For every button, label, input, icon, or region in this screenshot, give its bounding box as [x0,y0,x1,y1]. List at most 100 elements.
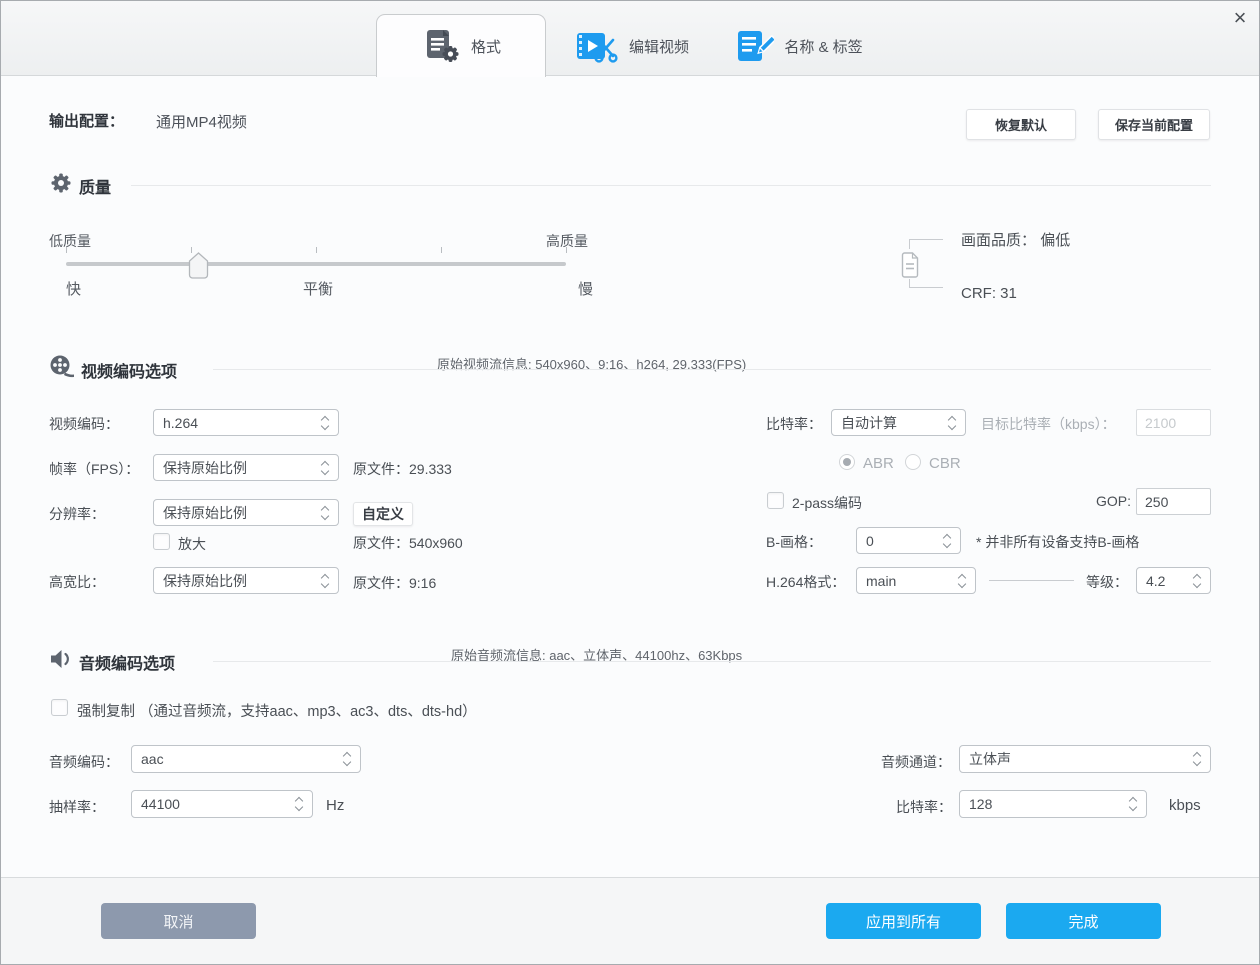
dropdown-arrows-icon [342,751,352,767]
picture-quality-value: 偏低 [1040,232,1071,249]
close-icon[interactable]: × [1223,3,1257,33]
force-copy-label: 强制复制 （通过音频流，支持aac、mp3、ac3、dts、dts-hd） [77,704,477,720]
dropdown-arrows-icon [294,796,304,812]
edit-video-tab-icon [575,28,619,64]
dropdown-arrows-icon [320,460,330,475]
video-section-title: 视频编码选项 [81,364,178,381]
twopass-checkbox[interactable] [767,492,784,509]
fps-value: 保持原始比例 [163,459,247,476]
target-bitrate-label: 目标比特率（kbps）： [981,416,1116,432]
dropdown-arrows-icon [957,573,967,588]
audio-channel-value: 立体声 [969,751,1011,767]
save-config-button[interactable]: 保存当前配置 [1098,109,1210,140]
tab-name-tag[interactable]: 名称 & 标签 [716,25,881,67]
output-config-value: 通用MP4视频 [156,114,247,131]
force-copy-checkbox[interactable] [51,699,68,716]
quality-divider [131,185,1211,186]
quality-slider-handle[interactable] [188,252,209,284]
aspect-value: 保持原始比例 [163,572,247,589]
converter-settings-window: 格式 编辑视频 名称 & 标签 × 输出配置： 通用MP4视频 恢复默认 保存当… [0,0,1260,965]
dropdown-arrows-icon [320,415,330,430]
target-bitrate-input[interactable] [1136,409,1211,436]
audio-speaker-icon [49,647,75,676]
resolution-select[interactable]: 保持原始比例 [153,499,339,526]
dropdown-arrows-icon [942,533,952,548]
audio-codec-select[interactable]: aac [131,745,361,773]
name-tag-tab-icon [734,28,775,64]
slider-slow-label: 慢 [578,281,594,298]
level-value: 4.2 [1146,572,1166,589]
audio-bitrate-label: 比特率： [896,799,952,815]
cbr-radio[interactable] [905,454,921,470]
tab-edit-video[interactable]: 编辑视频 [557,25,707,67]
slider-balance-label: 平衡 [303,281,334,298]
video-reel-icon [49,354,75,383]
abr-radio[interactable] [839,454,855,470]
aspect-select[interactable]: 保持原始比例 [153,567,339,594]
video-bitrate-value: 自动计算 [841,414,897,431]
restore-default-button[interactable]: 恢复默认 [966,109,1076,140]
video-codec-label: 视频编码： [49,416,119,432]
tab-bar: 格式 编辑视频 名称 & 标签 × [1,1,1259,77]
video-codec-value: h.264 [163,414,199,431]
audio-channel-select[interactable]: 立体声 [959,745,1211,773]
dropdown-arrows-icon [320,573,330,588]
cbr-label: CBR [929,455,961,472]
resolution-original: 原文件：540x960 [353,535,463,551]
picture-quality-label: 画面品质： [961,232,1037,249]
aspect-label: 高宽比： [49,574,105,590]
twopass-label: 2-pass编码 [792,495,863,511]
apply-all-button[interactable]: 应用到所有 [826,903,981,939]
bframe-select[interactable]: 0 [856,527,961,554]
dropdown-arrows-icon [1128,796,1138,812]
custom-resolution-button[interactable]: 自定义 [353,502,413,526]
audio-bitrate-select[interactable]: 128 [959,790,1147,818]
quality-section-title: 质量 [79,180,112,197]
upscale-checkbox[interactable] [153,533,170,550]
fps-label: 帧率（FPS）： [49,461,140,477]
h264-profile-select[interactable]: main [856,567,976,594]
abr-label: ABR [863,455,894,472]
slider-low-quality-label: 低质量 [49,233,91,249]
bframe-note: * 并非所有设备支持B-画格 [976,534,1140,550]
tab-format[interactable]: 格式 [376,14,546,77]
cancel-button[interactable]: 取消 [101,903,256,939]
quality-slider-track[interactable] [66,262,566,266]
video-divider [213,369,1211,370]
video-codec-select[interactable]: h.264 [153,409,339,436]
sample-rate-select[interactable]: 44100 [131,790,313,818]
dropdown-arrows-icon [947,415,957,430]
tab-name-tag-label: 名称 & 标签 [784,38,863,56]
dropdown-arrows-icon [1192,751,1202,767]
audio-codec-value: aac [141,751,164,767]
bracket-top [909,239,943,249]
aspect-original: 原文件：9:16 [353,575,437,591]
crf-value: 31 [1000,285,1017,302]
crf-file-icon [900,252,920,283]
slider-fast-label: 快 [66,281,82,298]
done-button[interactable]: 完成 [1006,903,1161,939]
bframe-value: 0 [866,532,874,549]
gop-label: GOP: [1096,493,1132,509]
level-label: 等级： [1086,574,1128,590]
upscale-label: 放大 [178,536,206,552]
audio-divider [213,661,1211,662]
resolution-label: 分辨率： [49,506,105,522]
resolution-value: 保持原始比例 [163,504,247,521]
footer-bar: 取消 应用到所有 完成 [1,877,1259,964]
dropdown-arrows-icon [320,505,330,520]
format-tab-icon [421,27,461,65]
fps-original: 原文件：29.333 [353,461,452,477]
bframe-label: B-画格： [766,534,822,550]
fps-select[interactable]: 保持原始比例 [153,454,339,481]
audio-codec-label: 音频编码： [49,754,119,770]
tab-format-label: 格式 [470,38,501,56]
h264-profile-label: H.264格式： [766,574,846,590]
level-select[interactable]: 4.2 [1136,567,1211,594]
crf-label: CRF: [961,285,996,302]
quality-gear-icon [49,171,73,200]
video-bitrate-select[interactable]: 自动计算 [831,409,966,436]
gop-input[interactable] [1136,488,1211,515]
sample-rate-label: 抽样率： [49,799,105,815]
sample-rate-value: 44100 [141,796,180,812]
